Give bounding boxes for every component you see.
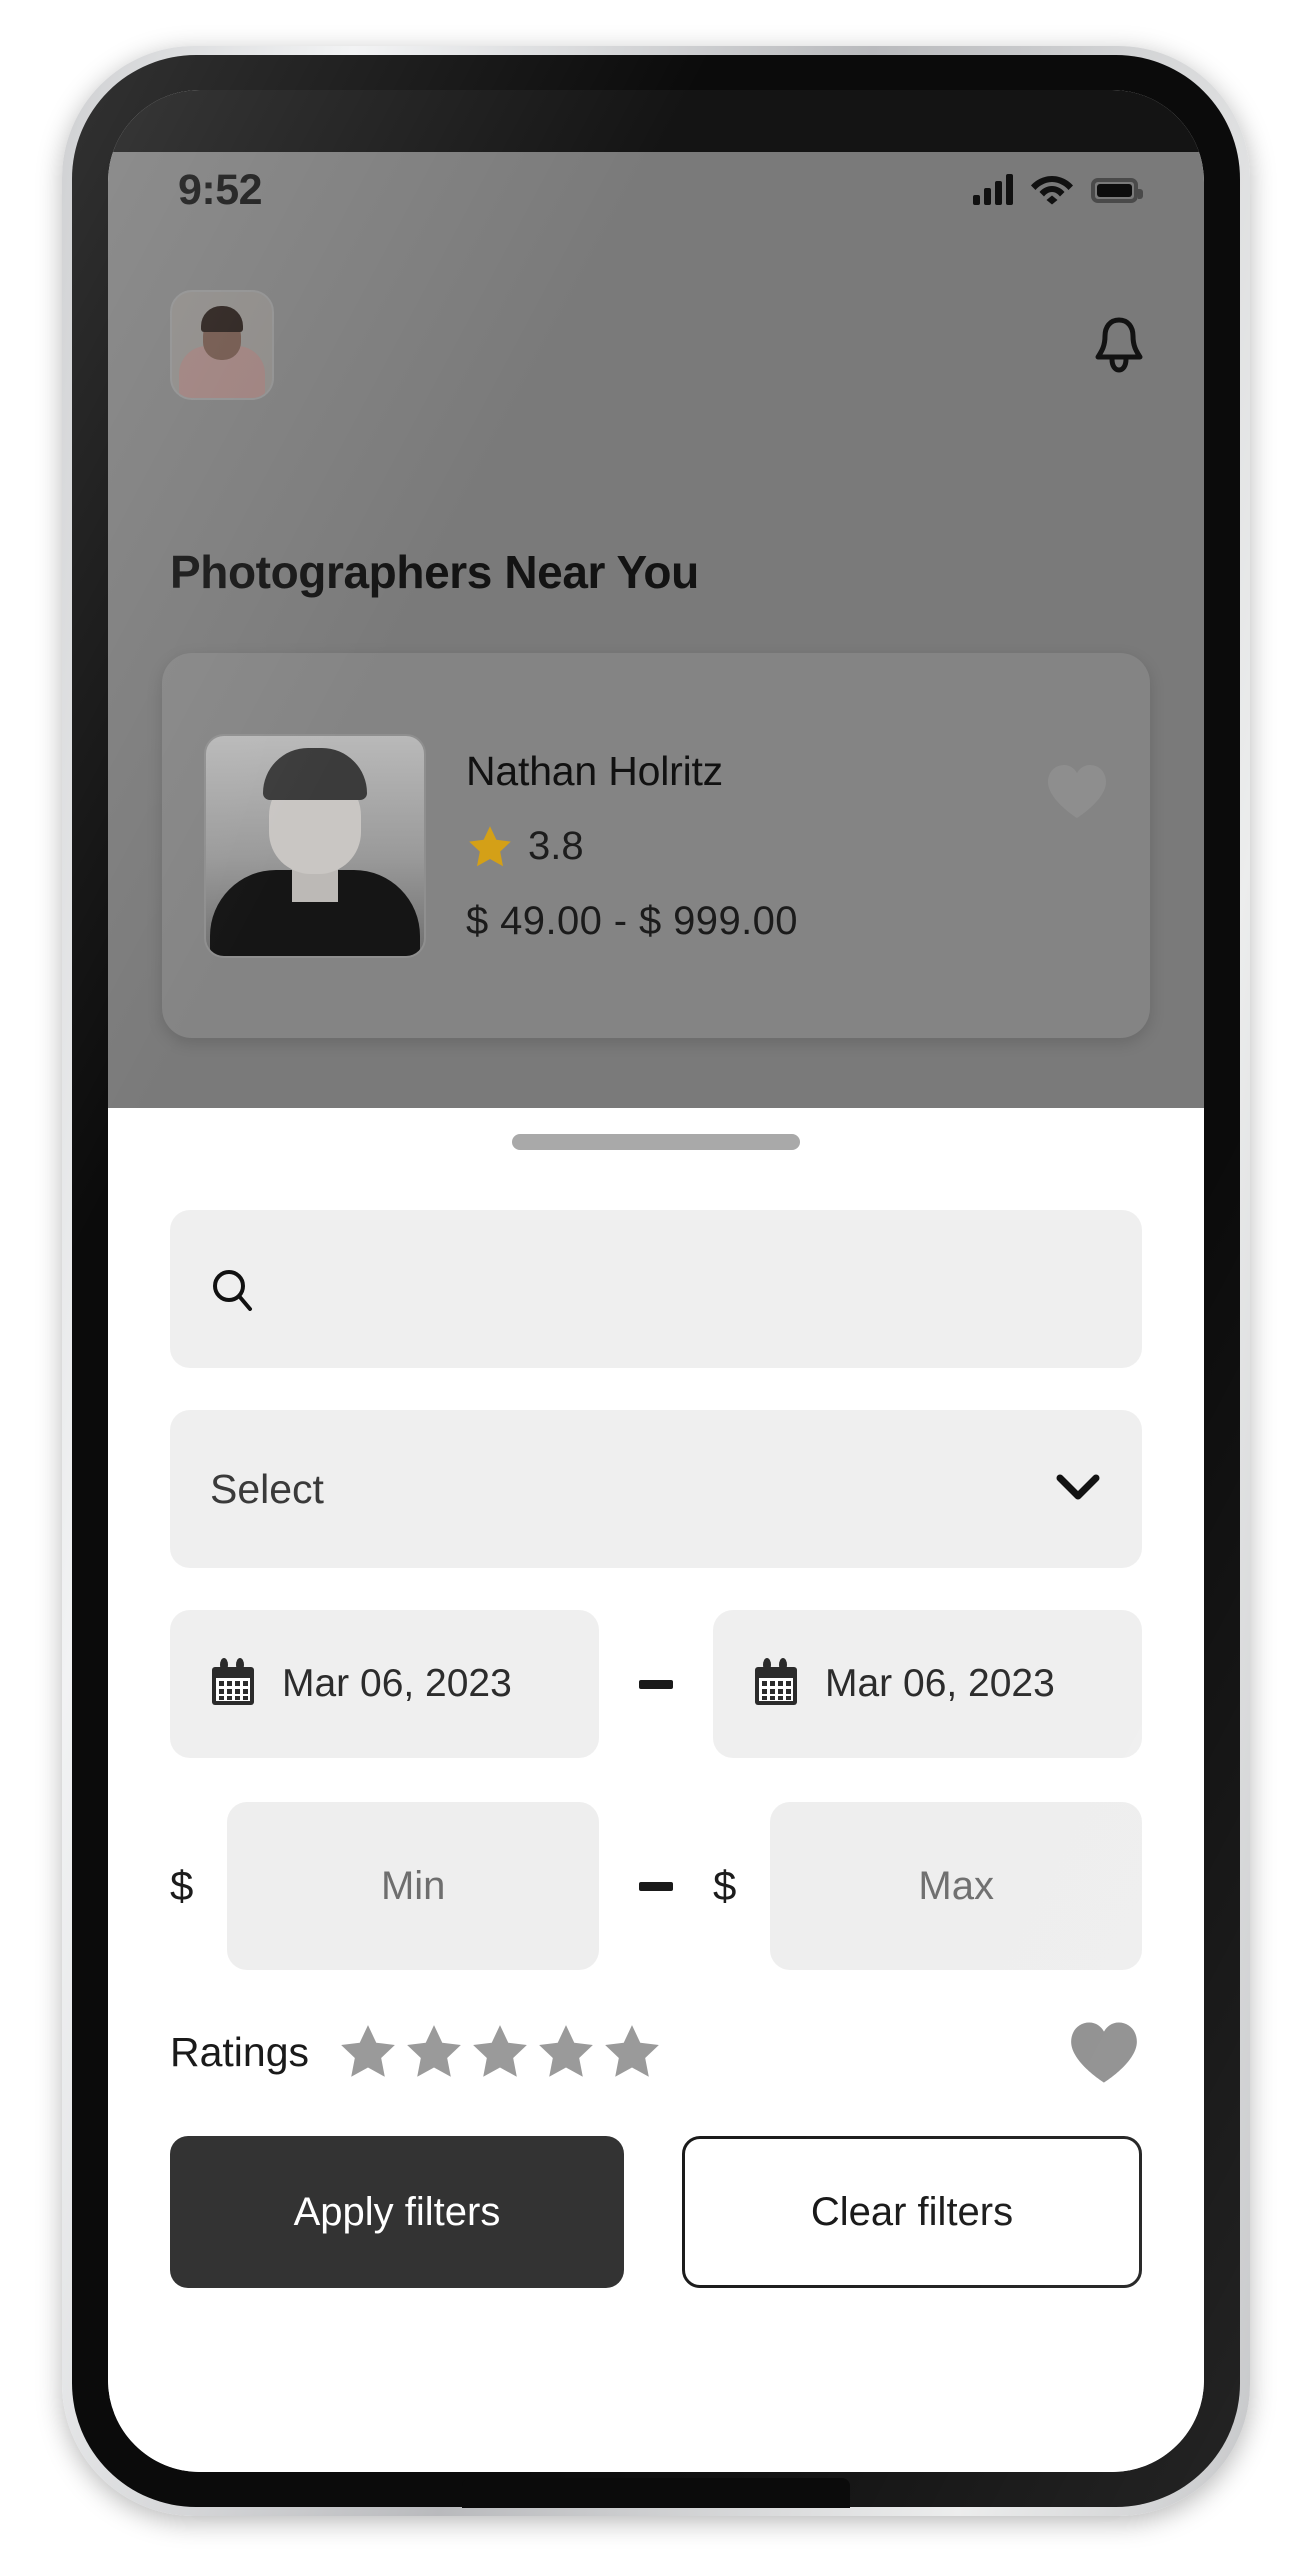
search-icon — [210, 1267, 254, 1311]
device-chin-bump — [462, 2478, 850, 2508]
photographer-name: Nathan Holritz — [466, 747, 723, 794]
battery-icon — [1091, 177, 1143, 203]
calendar-icon — [751, 1658, 801, 1710]
drag-handle[interactable] — [512, 1134, 800, 1150]
calendar-icon — [208, 1658, 258, 1710]
star-icon — [469, 825, 511, 866]
min-price-input[interactable]: Min — [227, 1802, 599, 1970]
photographer-info: Nathan Holritz 3.8 $ 49.00 - $ 999.00 — [466, 748, 1044, 944]
end-date-field[interactable]: Mar 06, 2023 — [713, 1610, 1142, 1758]
signal-bars-icon — [973, 174, 1013, 205]
ratings-label: Ratings — [170, 2028, 310, 2075]
phone-device-frame: 9:52 Photographers Near You Nathan Holri… — [62, 46, 1250, 2516]
min-price-placeholder: Min — [380, 1863, 446, 1908]
end-date-value: Mar 06, 2023 — [825, 1662, 1055, 1705]
status-bar: 9:52 — [108, 152, 1204, 228]
filter-bottom-sheet: Select Mar 06, 2023 Mar 06, 2023 $ Min $… — [108, 1108, 1204, 2472]
rating-stars[interactable] — [337, 2021, 663, 2083]
star-icon[interactable] — [535, 2021, 597, 2083]
category-select[interactable]: Select — [170, 1410, 1142, 1568]
heart-icon[interactable] — [1066, 2018, 1142, 2086]
start-date-value: Mar 06, 2023 — [282, 1662, 512, 1705]
max-currency-symbol: $ — [713, 1862, 737, 1909]
max-price-input[interactable]: Max — [770, 1802, 1142, 1970]
bell-icon[interactable] — [1090, 314, 1148, 376]
apply-filters-button[interactable]: Apply filters — [170, 2136, 624, 2288]
price-range-separator — [639, 1881, 673, 1891]
clear-filters-button[interactable]: Clear filters — [682, 2136, 1142, 2288]
price-range-row: $ Min $ Max — [170, 1802, 1142, 1970]
star-icon[interactable] — [403, 2021, 465, 2083]
status-bar-icons — [973, 171, 1143, 210]
star-icon[interactable] — [469, 2021, 531, 2083]
avatar[interactable] — [170, 290, 274, 400]
max-price-placeholder: Max — [918, 1863, 994, 1908]
photographer-card[interactable]: Nathan Holritz 3.8 $ 49.00 - $ 999.00 — [162, 653, 1150, 1038]
notch-bar — [108, 90, 1204, 152]
dimmed-app-background: 9:52 Photographers Near You Nathan Holri… — [108, 90, 1204, 1108]
category-select-value: Select — [210, 1465, 324, 1512]
wifi-icon — [1030, 171, 1074, 210]
photographer-rating-value: 3.8 — [528, 824, 584, 868]
ratings-group: Ratings — [170, 2021, 663, 2083]
photographer-photo — [204, 733, 426, 958]
filter-actions: Apply filters Clear filters — [170, 2136, 1142, 2288]
app-top-bar — [108, 290, 1204, 400]
start-date-field[interactable]: Mar 06, 2023 — [170, 1610, 599, 1758]
star-icon[interactable] — [337, 2021, 399, 2083]
min-currency-symbol: $ — [170, 1862, 194, 1909]
search-input[interactable] — [170, 1210, 1142, 1368]
date-range-row: Mar 06, 2023 Mar 06, 2023 — [170, 1610, 1142, 1758]
status-bar-time: 9:52 — [178, 165, 263, 214]
screenshot-root: 9:52 Photographers Near You Nathan Holri… — [0, 0, 1312, 2560]
ratings-row: Ratings — [170, 2018, 1142, 2086]
heart-icon[interactable] — [1044, 761, 1110, 821]
chevron-down-icon — [1054, 1472, 1102, 1507]
phone-screen: 9:52 Photographers Near You Nathan Holri… — [108, 90, 1204, 2472]
page-title: Photographers Near You — [170, 546, 699, 598]
photographer-price-range: $ 49.00 - $ 999.00 — [466, 898, 798, 943]
date-range-separator — [639, 1679, 673, 1689]
star-icon[interactable] — [601, 2021, 663, 2083]
photographer-rating: 3.8 — [466, 823, 1044, 871]
